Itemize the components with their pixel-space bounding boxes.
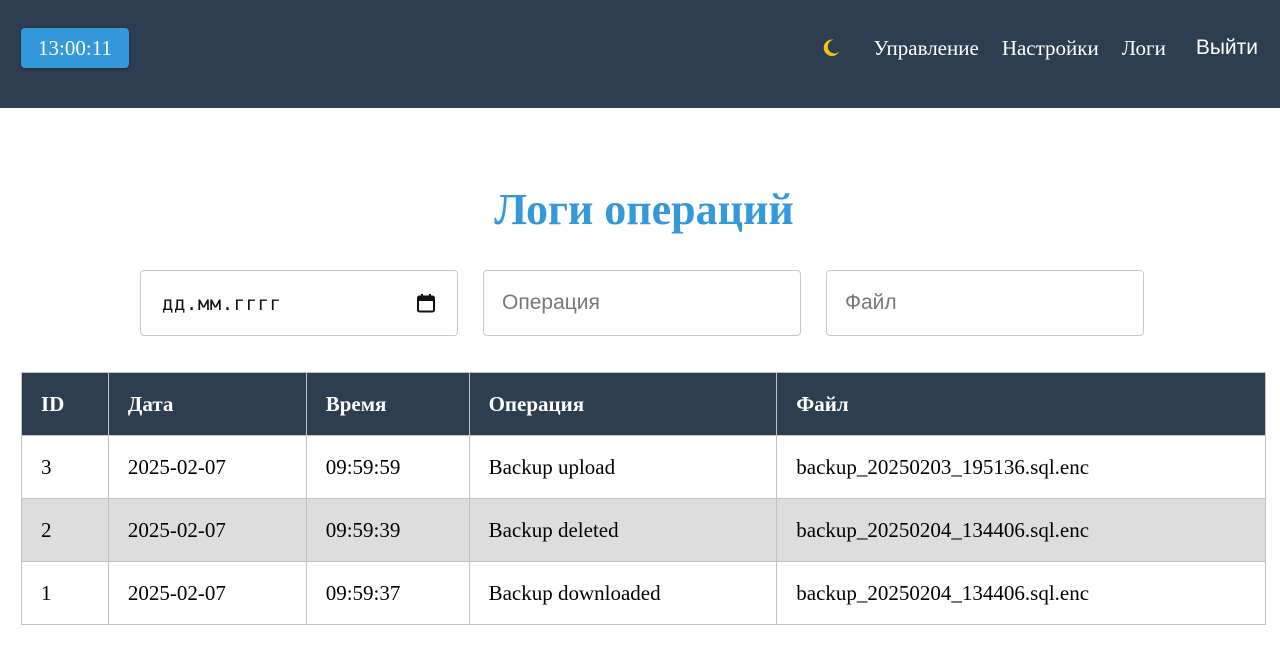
column-header-file[interactable]: Файл xyxy=(776,372,1266,436)
nav-link-logs[interactable]: Логи xyxy=(1122,36,1166,61)
cell-operation: Backup deleted xyxy=(468,498,778,562)
cell-file: backup_20250204_134406.sql.enc xyxy=(776,498,1266,562)
table-row: 1 2025-02-07 09:59:37 Backup downloaded … xyxy=(21,561,1266,625)
cell-file: backup_20250203_195136.sql.enc xyxy=(776,435,1266,499)
cell-date: 2025-02-07 xyxy=(107,498,307,562)
logs-table: ID Дата Время Операция Файл 3 2025-02-07… xyxy=(21,372,1266,625)
column-header-operation[interactable]: Операция xyxy=(468,372,778,436)
operation-filter xyxy=(483,270,801,336)
cell-date: 2025-02-07 xyxy=(107,435,307,499)
column-header-id[interactable]: ID xyxy=(21,372,109,436)
operation-filter-input[interactable] xyxy=(484,271,800,335)
nav-link-management[interactable]: Управление xyxy=(873,36,978,61)
nav-links: Управление Настройки Логи Выйти xyxy=(819,30,1258,66)
date-filter-input[interactable]: дд.мм.гггг xyxy=(140,270,458,336)
table-row: 2 2025-02-07 09:59:39 Backup deleted bac… xyxy=(21,498,1266,562)
calendar-icon[interactable] xyxy=(416,293,436,313)
column-header-date[interactable]: Дата xyxy=(107,372,307,436)
cell-id: 2 xyxy=(21,498,109,562)
cell-time: 09:59:37 xyxy=(305,561,470,625)
cell-operation: Backup upload xyxy=(468,435,778,499)
cell-id: 1 xyxy=(21,561,109,625)
column-header-time[interactable]: Время xyxy=(305,372,470,436)
table-row: 3 2025-02-07 09:59:59 Backup upload back… xyxy=(21,435,1266,499)
table-header-row: ID Дата Время Операция Файл xyxy=(21,372,1266,436)
cell-id: 3 xyxy=(21,435,109,499)
cell-date: 2025-02-07 xyxy=(107,561,307,625)
file-filter-input[interactable] xyxy=(827,271,1143,335)
moon-icon[interactable] xyxy=(819,36,843,60)
file-filter xyxy=(826,270,1144,336)
cell-time: 09:59:59 xyxy=(305,435,470,499)
cell-time: 09:59:39 xyxy=(305,498,470,562)
nav-link-settings[interactable]: Настройки xyxy=(1002,36,1099,61)
navbar: 13:00:11 Управление Настройки Логи Выйти xyxy=(0,0,1280,108)
date-placeholder: дд.мм.гггг xyxy=(162,293,282,315)
page-title: Логи операций xyxy=(494,185,794,234)
cell-operation: Backup downloaded xyxy=(468,561,778,625)
clock-badge: 13:00:11 xyxy=(21,28,129,68)
cell-file: backup_20250204_134406.sql.enc xyxy=(776,561,1266,625)
logout-button[interactable]: Выйти xyxy=(1196,36,1258,60)
